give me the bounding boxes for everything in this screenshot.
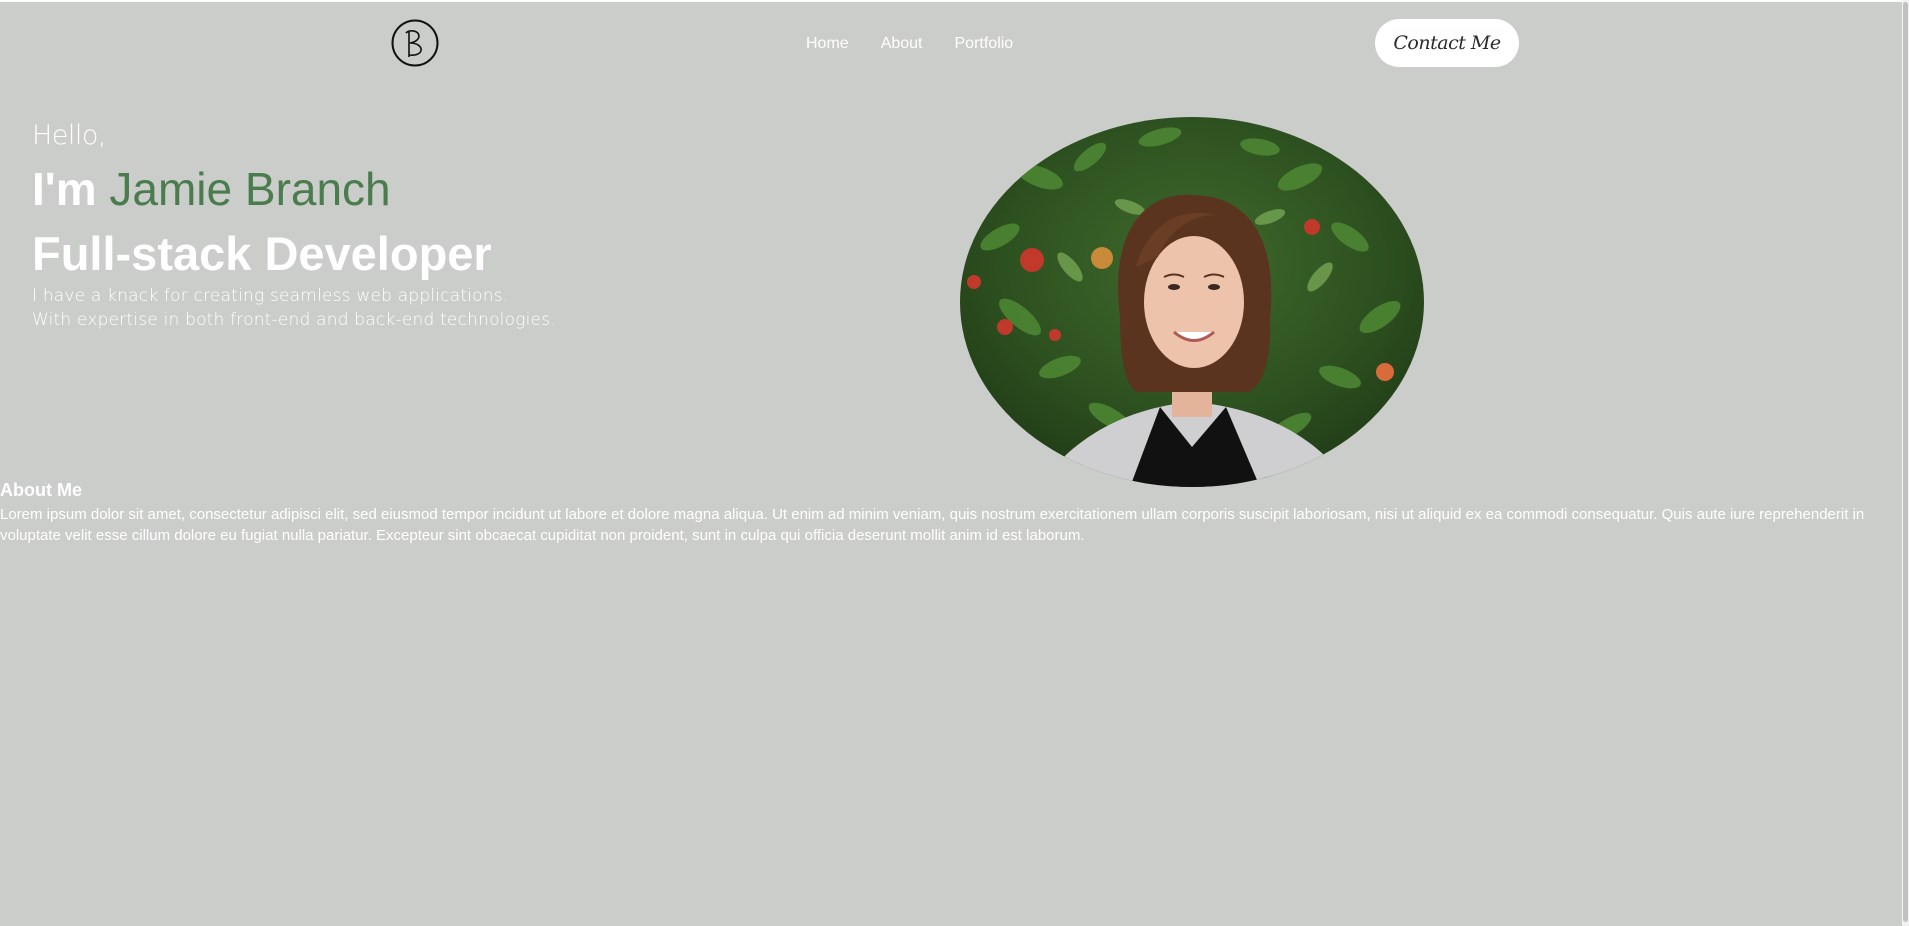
hero-name: Jamie Branch	[109, 163, 391, 215]
hero-description-line-1: I have a knack for creating seamless web…	[32, 286, 509, 306]
hero-name-heading: I'm Jamie Branch	[32, 162, 391, 216]
main-nav: Home About Portfolio	[806, 35, 1013, 53]
vertical-scrollbar[interactable]	[1902, 0, 1909, 926]
hero-role-heading: Full-stack Developer	[32, 227, 492, 280]
nav-portfolio-link[interactable]: Portfolio	[955, 35, 1014, 53]
portrait-photo	[960, 117, 1424, 487]
contact-me-button[interactable]: Contact Me	[1375, 19, 1519, 67]
b-monogram-logo-icon[interactable]	[391, 19, 439, 67]
page: Home About Portfolio Contact Me Hello, I…	[0, 2, 1902, 926]
hero-intro-prefix: I'm	[32, 163, 97, 215]
about-paragraph: Lorem ipsum dolor sit amet, consectetur …	[0, 506, 1865, 544]
hero-description-line-2: With expertise in both front-end and bac…	[32, 310, 556, 330]
hero-greeting: Hello,	[32, 120, 107, 151]
nav-about-link[interactable]: About	[881, 35, 923, 53]
hero-description: I have a knack for creating seamless web…	[32, 284, 556, 332]
nav-home-link[interactable]: Home	[806, 35, 849, 53]
scrollbar-thumb[interactable]	[1903, 2, 1908, 922]
about-heading: About Me	[0, 480, 82, 500]
